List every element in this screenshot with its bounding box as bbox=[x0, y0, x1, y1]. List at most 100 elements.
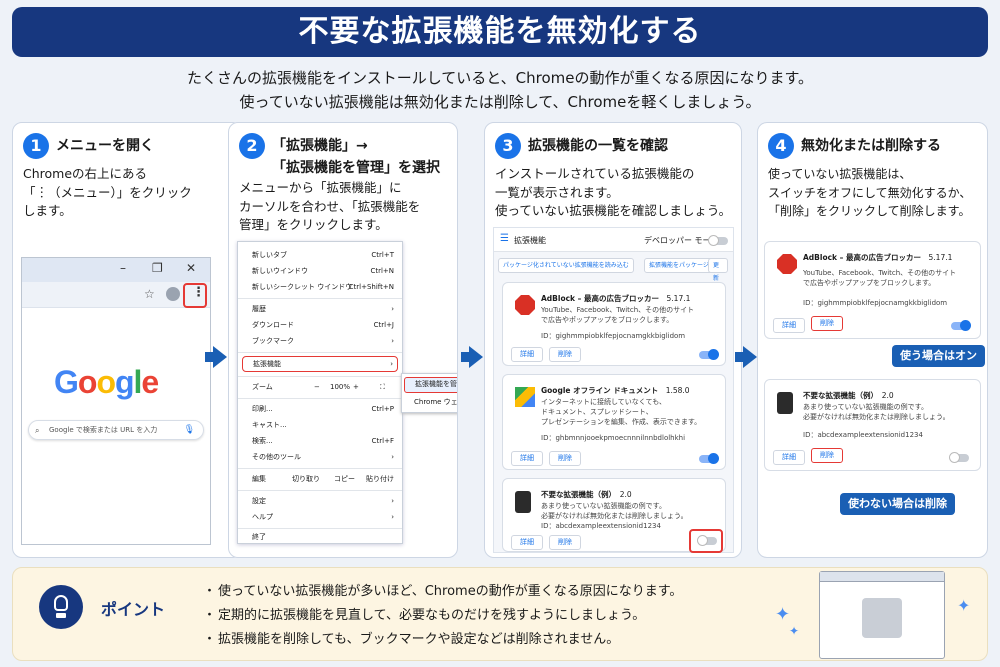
step-title: メニューを開く bbox=[56, 138, 154, 154]
menu-item-edit: 編集 切り取り コピー 貼り付け bbox=[252, 472, 394, 486]
minimize-icon[interactable]: – bbox=[120, 261, 126, 275]
callout-remove: 使わない場合は削除 bbox=[840, 493, 955, 515]
details-button[interactable]: 詳細 bbox=[773, 318, 805, 333]
menu-item[interactable]: ブックマーク › bbox=[252, 334, 394, 348]
remove-button[interactable]: 削除 bbox=[549, 535, 581, 550]
step-description: インストールされている拡張機能の 一覧が表示されます。 使っていない拡張機能を確認し… bbox=[495, 166, 732, 218]
adblock-icon bbox=[515, 295, 535, 315]
extension-toggle[interactable] bbox=[699, 453, 719, 464]
extension-card-disabled: 不要な拡張機能（例） 2.0 あまり使っていない拡張機能の例です。 必要がなければ… bbox=[764, 379, 981, 471]
extension-toggle[interactable] bbox=[697, 535, 717, 546]
webstore-item[interactable]: Chrome ウェブストアを開く bbox=[414, 397, 457, 407]
toolbar: ☆ ⋮ bbox=[22, 282, 210, 308]
bookmark-star-icon[interactable]: ☆ bbox=[144, 287, 155, 301]
details-button[interactable]: 詳細 bbox=[511, 347, 543, 362]
remove-button[interactable]: 削除 bbox=[811, 448, 843, 463]
action-bar: パッケージ化されていない拡張機能を読み込む 拡張機能をパッケージ化 更新 bbox=[498, 258, 728, 282]
point-list: 使っていない拡張機能が多いほど、Chromeの動作が重くなる原因になります。 定… bbox=[203, 580, 682, 652]
menu-item[interactable]: ダウンロード Ctrl+J bbox=[252, 318, 394, 332]
step-number: 3 bbox=[495, 133, 521, 159]
menu-item[interactable]: ヘルプ › bbox=[252, 510, 394, 524]
menu-item[interactable]: キャスト... bbox=[252, 418, 394, 432]
step-number: 4 bbox=[768, 133, 794, 159]
paste-button[interactable]: 貼り付け bbox=[366, 472, 394, 486]
chrome-menu: 新しいタブ Ctrl+T 新しいウインドウ Ctrl+N 新しいシークレット ウイン… bbox=[237, 241, 403, 544]
step-2-panel: 2 「拡張機能」→ 「拡張機能を管理」を選択 メニューから「拡張機能」に カーソルを… bbox=[228, 122, 458, 558]
zoom-out-button[interactable]: − bbox=[314, 380, 320, 394]
cut-button[interactable]: 切り取り bbox=[292, 472, 320, 486]
menu-item-extensions[interactable]: 拡張機能 › bbox=[242, 356, 398, 372]
details-button[interactable]: 詳細 bbox=[511, 451, 543, 466]
step-title: 拡張機能の一覧を確認 bbox=[528, 138, 668, 154]
page-title: 不要な拡張機能を無効化する bbox=[12, 7, 988, 57]
menu-item[interactable]: 終了 bbox=[252, 530, 394, 544]
extension-card: 不要な拡張機能（例） 2.0 あまり使っていない拡張機能の例です。 必要がなければ… bbox=[502, 478, 726, 553]
puzzle-icon bbox=[777, 392, 793, 414]
remove-button[interactable]: 削除 bbox=[811, 316, 843, 331]
search-icon: ⌕ bbox=[35, 426, 40, 435]
sparkle-icon: ✦ bbox=[775, 604, 791, 625]
step-description: Chromeの右上にある 「︙（メニュー）」をクリック します。 bbox=[23, 166, 192, 218]
menu-item[interactable]: 新しいシークレット ウインドウ Ctrl+Shift+N bbox=[252, 280, 394, 294]
remove-button[interactable]: 削除 bbox=[549, 451, 581, 466]
menu-item[interactable]: 検索... Ctrl+F bbox=[252, 434, 394, 448]
extension-card: Google オフライン ドキュメント 1.58.0 インターネットに接続してい… bbox=[502, 374, 726, 470]
puzzle-window-illustration bbox=[819, 571, 945, 659]
menu-item[interactable]: 設定 › bbox=[252, 494, 394, 508]
docs-offline-icon bbox=[515, 387, 535, 407]
copy-button[interactable]: コピー bbox=[334, 472, 355, 486]
dev-mode-toggle[interactable] bbox=[708, 235, 728, 246]
arrow-icon bbox=[205, 346, 227, 368]
menu-item-zoom: ズーム − 100% + ⛶ bbox=[252, 380, 394, 394]
step-4-panel: 4 無効化または削除する 使っていない拡張機能は、 スイッチをオフにして無効化するか… bbox=[757, 122, 988, 558]
google-search-box[interactable]: ⌕ Google で検索または URL を入力 🎙 bbox=[28, 420, 204, 440]
extension-toggle[interactable] bbox=[699, 349, 719, 360]
step-description: メニューから「拡張機能」に カーソルを合わせ、「拡張機能を 管理」をクリックします。 bbox=[239, 180, 421, 232]
maximize-icon[interactable]: ❐ bbox=[152, 261, 163, 275]
sparkle-icon: ✦ bbox=[957, 596, 971, 615]
menu-item[interactable]: 新しいタブ Ctrl+T bbox=[252, 248, 394, 262]
puzzle-piece-icon bbox=[862, 598, 902, 638]
menu-highlight bbox=[183, 283, 207, 308]
extension-card-enabled: AdBlock – 最高の広告ブロッカー 5.17.1 YouTube、Face… bbox=[764, 241, 981, 339]
google-logo: Google bbox=[54, 364, 159, 400]
sparkle-icon: ✦ bbox=[789, 624, 800, 638]
menu-item[interactable]: 新しいウインドウ Ctrl+N bbox=[252, 264, 394, 278]
puzzle-icon bbox=[515, 491, 531, 513]
step-description: 使っていない拡張機能は、 スイッチをオフにして無効化するか、 「削除」をクリックして… bbox=[768, 167, 972, 218]
extension-card: AdBlock – 最高の広告ブロッカー 5.17.1 YouTube、Face… bbox=[502, 282, 726, 366]
extension-toggle[interactable] bbox=[949, 452, 969, 463]
arrow-icon bbox=[461, 346, 483, 368]
extensions-submenu: 拡張機能を管理 Chrome ウェブストアを開く bbox=[401, 373, 457, 413]
chrome-window: – ❐ ✕ ☆ ⋮ Google ⌕ Google で検索または URL を入力… bbox=[21, 257, 211, 545]
lightbulb-icon bbox=[39, 585, 83, 629]
extension-toggle[interactable] bbox=[951, 320, 971, 331]
details-button[interactable]: 詳細 bbox=[511, 535, 543, 550]
step-number: 2 bbox=[239, 133, 265, 159]
microphone-icon[interactable]: 🎙 bbox=[184, 421, 195, 440]
extensions-header: ☰ 拡張機能 デベロッパー モード bbox=[494, 228, 733, 252]
close-icon[interactable]: ✕ bbox=[186, 261, 196, 275]
details-button[interactable]: 詳細 bbox=[773, 450, 805, 465]
list-item: 拡張機能を削除しても、ブックマークや設定などは削除されません。 bbox=[203, 628, 682, 652]
step-3-panel: 3 拡張機能の一覧を確認 インストールされている拡張機能の 一覧が表示されます。 使っ… bbox=[484, 122, 742, 558]
list-item: 定期的に拡張機能を見直して、必要なものだけを残すようにしましょう。 bbox=[203, 604, 682, 628]
extensions-page: ☰ 拡張機能 デベロッパー モード パッケージ化されていない拡張機能を読み込む … bbox=[493, 227, 734, 553]
intro-text: たくさんの拡張機能をインストールしていると、Chromeの動作が重くなる原因にな… bbox=[187, 69, 813, 111]
callout-on: 使う場合はオン bbox=[892, 345, 985, 367]
profile-avatar[interactable] bbox=[166, 287, 180, 301]
manage-extensions-item[interactable]: 拡張機能を管理 bbox=[404, 377, 457, 393]
point-section: ポイント 使っていない拡張機能が多いほど、Chromeの動作が重くなる原因になり… bbox=[12, 567, 988, 661]
title-bar: – ❐ ✕ bbox=[22, 258, 210, 282]
step-number: 1 bbox=[23, 133, 49, 159]
remove-button[interactable]: 削除 bbox=[549, 347, 581, 362]
menu-item[interactable]: 履歴 › bbox=[252, 302, 394, 316]
arrow-icon bbox=[735, 346, 757, 368]
menu-item[interactable]: その他のツール › bbox=[252, 450, 394, 464]
hamburger-icon[interactable]: ☰ bbox=[500, 233, 509, 244]
fullscreen-icon[interactable]: ⛶ bbox=[380, 380, 385, 394]
step-title: 無効化または削除する bbox=[801, 138, 941, 154]
zoom-value: 100% bbox=[330, 383, 351, 391]
zoom-in-button[interactable]: + bbox=[353, 380, 359, 394]
menu-item[interactable]: 印刷... Ctrl+P bbox=[252, 402, 394, 416]
